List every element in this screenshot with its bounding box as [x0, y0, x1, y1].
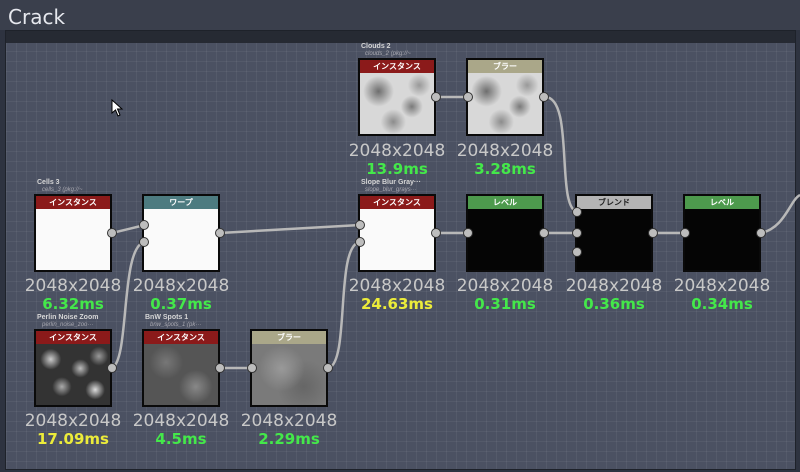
resolution-label: 2048x2048	[673, 276, 771, 296]
node-blur-2[interactable]: ブラー	[250, 329, 328, 407]
node-label-cells3: Cells 3	[37, 179, 60, 186]
link-warp-slope	[219, 223, 361, 235]
node-bnw-spots[interactable]: インスタンス	[142, 329, 220, 407]
input-port[interactable]	[247, 363, 257, 373]
resolution-label: 2048x2048	[24, 411, 122, 431]
input-port[interactable]	[355, 220, 365, 230]
output-port[interactable]	[215, 228, 225, 238]
output-port[interactable]	[539, 228, 549, 238]
output-port[interactable]	[431, 92, 441, 102]
node-sub-clouds2: clouds_2 (pkg://~	[365, 51, 411, 57]
input-port[interactable]	[572, 207, 582, 217]
resolution-label: 2048x2048	[24, 276, 122, 296]
input-port[interactable]	[463, 92, 473, 102]
node-thumbnail	[36, 209, 110, 270]
node-label-slope: Slope Blur Gray···	[361, 179, 421, 186]
node-thumbnail	[144, 344, 218, 405]
node-header: インスタンス	[360, 196, 434, 209]
output-port[interactable]	[323, 363, 333, 373]
node-thumbnail	[468, 73, 542, 134]
time-label: 0.37ms	[150, 295, 212, 313]
time-label: 17.09ms	[36, 430, 109, 448]
node-slope-blur[interactable]: インスタンス	[358, 194, 436, 272]
input-port[interactable]	[463, 228, 473, 238]
output-port[interactable]	[107, 363, 117, 373]
resolution-label: 2048x2048	[132, 411, 230, 431]
time-label: 4.5ms	[155, 430, 207, 448]
input-port[interactable]	[139, 237, 149, 247]
node-blur-1[interactable]: ブラー	[466, 58, 544, 136]
node-label-bnw: BnW Spots 1	[145, 314, 189, 321]
output-port[interactable]	[215, 363, 225, 373]
time-label: 6.32ms	[42, 295, 104, 313]
node-header: インスタンス	[144, 331, 218, 344]
input-port[interactable]	[355, 237, 365, 247]
output-port[interactable]	[756, 228, 766, 238]
time-label: 2.29ms	[258, 430, 320, 448]
resolution-label: 2048x2048	[348, 141, 446, 161]
node-sub-slope: slope_blur_grays···	[365, 187, 417, 193]
time-label: 3.28ms	[474, 160, 536, 178]
output-port[interactable]	[648, 228, 658, 238]
node-header: レベル	[685, 196, 759, 209]
node-label-perlin: Perlin Noise Zoom	[37, 314, 99, 321]
input-port[interactable]	[680, 228, 690, 238]
node-header: インスタンス	[360, 60, 434, 73]
resolution-label: 2048x2048	[456, 141, 554, 161]
resolution-label: 2048x2048	[132, 276, 230, 296]
node-level-2[interactable]: レベル	[683, 194, 761, 272]
resolution-label: 2048x2048	[240, 411, 338, 431]
node-clouds2[interactable]: インスタンス	[358, 58, 436, 136]
output-port[interactable]	[431, 228, 441, 238]
node-header: ワープ	[144, 196, 218, 209]
node-perlin[interactable]: インスタンス	[34, 329, 112, 407]
node-thumbnail	[468, 209, 542, 270]
input-port[interactable]	[572, 228, 582, 238]
node-blend[interactable]: ブレンド	[575, 194, 653, 272]
resolution-label: 2048x2048	[565, 276, 663, 296]
time-label: 24.63ms	[360, 295, 433, 313]
input-port[interactable]	[139, 220, 149, 230]
node-sub-cells3: cells_3 (pkg://~	[42, 187, 83, 193]
time-label: 0.34ms	[691, 295, 753, 313]
node-thumbnail	[144, 209, 218, 270]
output-port[interactable]	[107, 228, 117, 238]
node-thumbnail	[360, 209, 434, 270]
input-port[interactable]	[572, 247, 582, 257]
node-thumbnail	[577, 209, 651, 270]
node-thumbnail	[252, 344, 326, 405]
node-header: ブレンド	[577, 196, 651, 209]
node-header: インスタンス	[36, 196, 110, 209]
node-warp[interactable]: ワープ	[142, 194, 220, 272]
node-thumbnail	[36, 344, 110, 405]
output-port[interactable]	[539, 92, 549, 102]
resolution-label: 2048x2048	[456, 276, 554, 296]
time-label: 0.36ms	[583, 295, 645, 313]
resolution-label: 2048x2048	[348, 276, 446, 296]
node-sub-perlin: perlin_noise_zoo···	[42, 322, 94, 328]
node-thumbnail	[685, 209, 759, 270]
cursor-icon	[111, 99, 124, 117]
node-cells3[interactable]: インスタンス	[34, 194, 112, 272]
node-header: ブラー	[468, 60, 542, 73]
node-header: インスタンス	[36, 331, 110, 344]
node-header: ブラー	[252, 331, 326, 344]
time-label: 0.31ms	[474, 295, 536, 313]
link-level2-out	[760, 193, 800, 235]
node-level-1[interactable]: レベル	[466, 194, 544, 272]
node-thumbnail	[360, 73, 434, 134]
node-sub-bnw: bnw_spots_1 (pk···	[150, 322, 202, 328]
time-label: 13.9ms	[366, 160, 428, 178]
node-label-clouds2: Clouds 2	[361, 43, 391, 50]
node-header: レベル	[468, 196, 542, 209]
